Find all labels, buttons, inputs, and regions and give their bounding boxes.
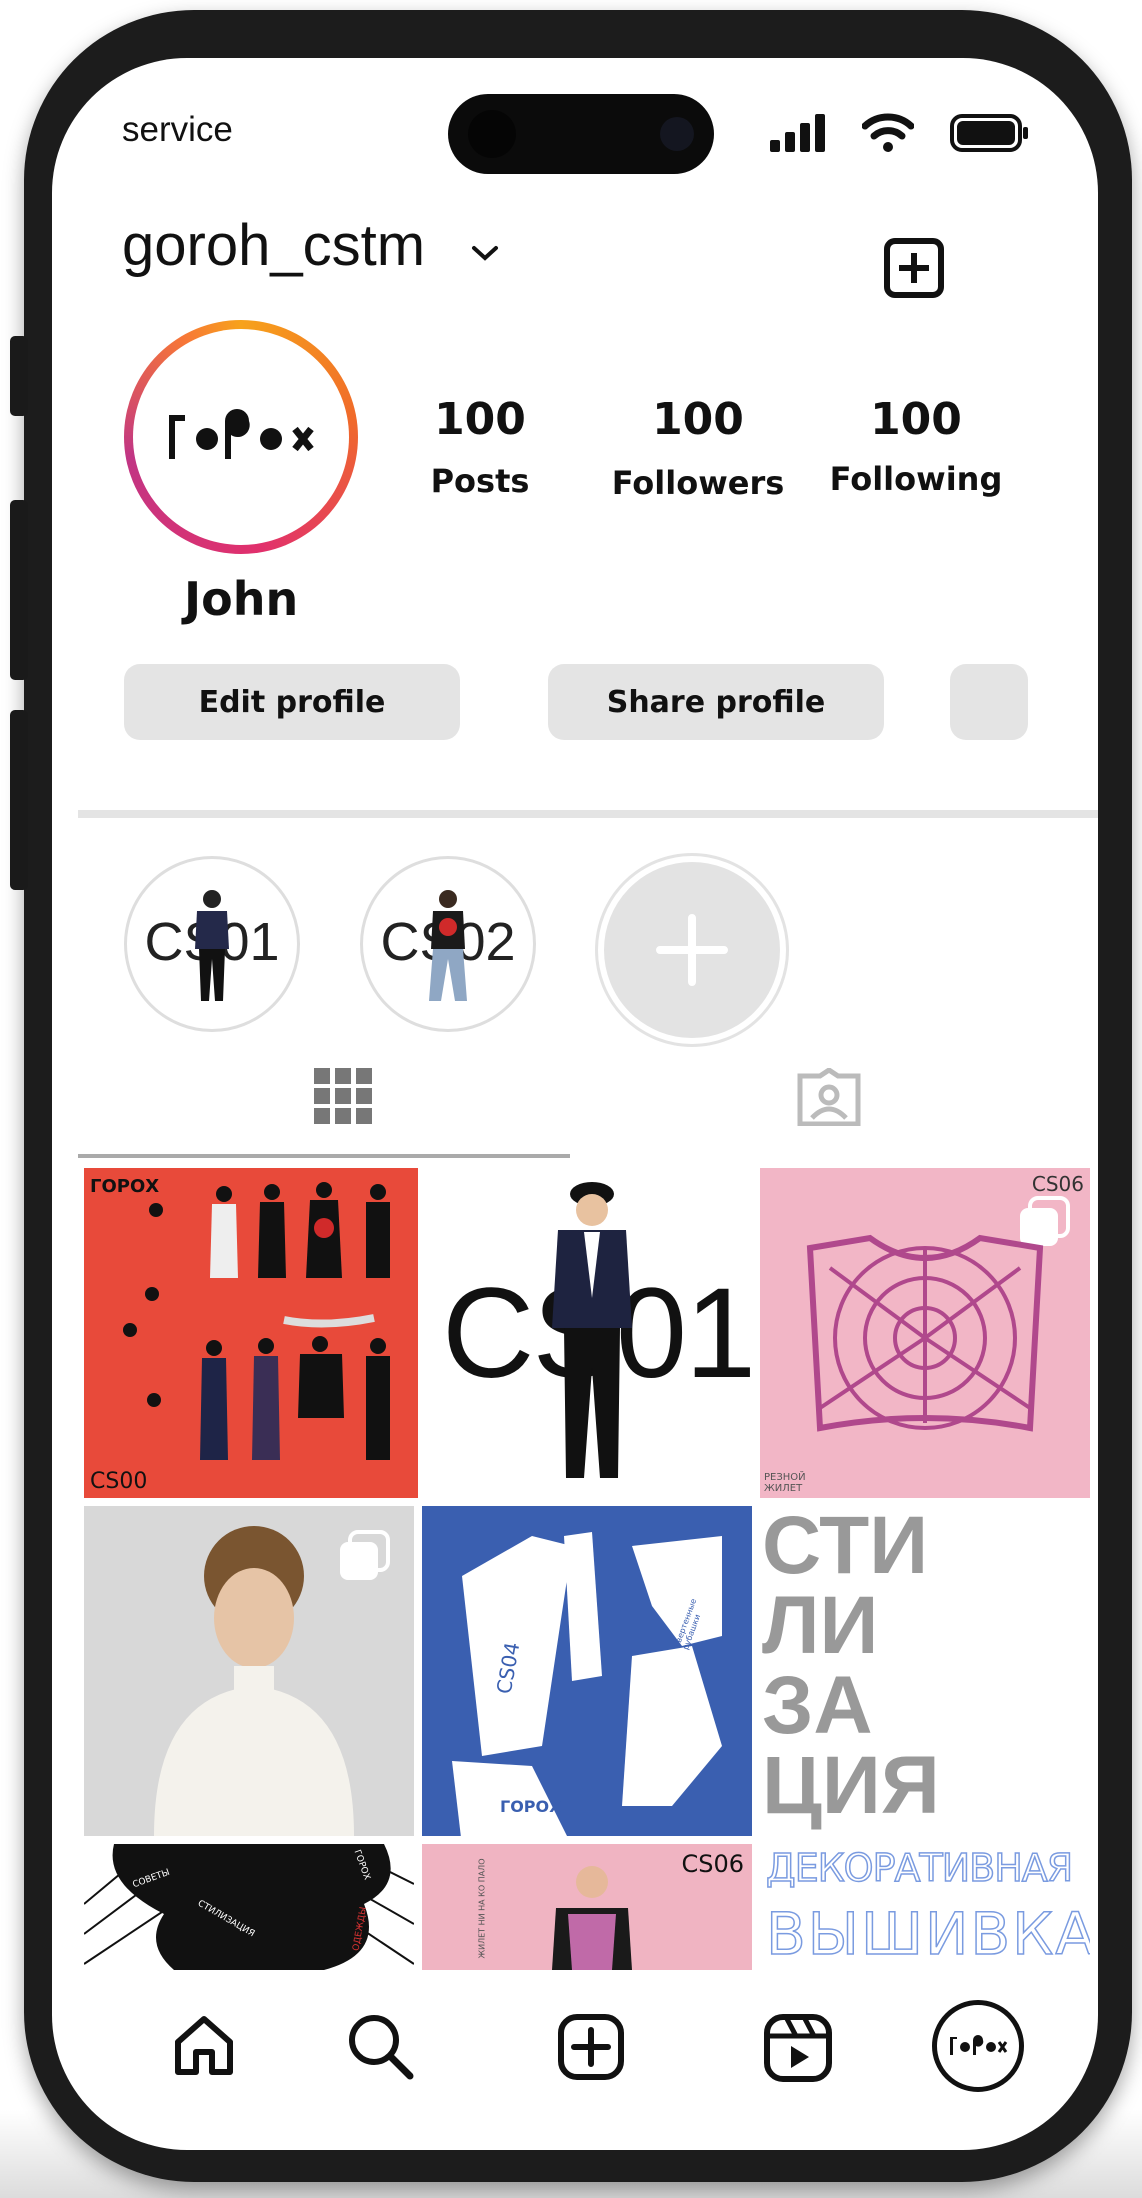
vest-photo xyxy=(806,1234,1044,1432)
plus-icon xyxy=(656,914,728,986)
model-photo xyxy=(552,1866,632,1970)
profile-avatar[interactable] xyxy=(124,320,358,554)
new-post-icon[interactable] xyxy=(884,238,944,298)
followers-count[interactable]: 100 xyxy=(598,394,798,445)
sewing-pattern-image xyxy=(452,1532,722,1836)
posts-count[interactable]: 100 xyxy=(380,394,580,445)
post-tile[interactable] xyxy=(84,1506,414,1836)
carrier-label: service xyxy=(122,110,233,149)
username-switcher[interactable]: goroh_cstm xyxy=(122,212,425,279)
collection-tag: CS00 xyxy=(90,1469,148,1494)
volume-up-button xyxy=(10,500,28,680)
portrait-photo xyxy=(154,1526,354,1836)
model-photo xyxy=(552,1182,632,1478)
battery-icon xyxy=(950,114,1028,152)
stylization-title: СТИ ЛИ ЗА ЦИЯ xyxy=(762,1506,940,1831)
post-tile[interactable]: CS04 свертенные рубашки ГОРОХ xyxy=(422,1506,752,1836)
chevron-down-icon[interactable] xyxy=(470,244,500,264)
collection-tag: CS06 xyxy=(681,1850,744,1878)
embroidery-title: ДЕКОРАТИВНАЯ xyxy=(765,1845,1074,1891)
tile-caption: РЕЗНОЙ ЖИЛЕТ xyxy=(764,1472,806,1494)
title-line: ЛИ xyxy=(762,1580,879,1671)
post-tile[interactable]: CS01 xyxy=(422,1168,756,1498)
followers-label[interactable]: Followers xyxy=(588,464,808,502)
brand-logo xyxy=(169,409,314,459)
display-name: John xyxy=(184,572,299,626)
title-line: ЗА xyxy=(762,1660,873,1751)
post-tile[interactable]: ДЕКОРАТИВНАЯ ВЫШИВКА xyxy=(760,1844,1090,1970)
create-icon[interactable] xyxy=(558,2014,624,2080)
volume-down-button xyxy=(10,710,28,890)
reels-icon[interactable] xyxy=(764,2014,832,2082)
collection-tag: CS06 xyxy=(1031,1172,1084,1196)
tagged-icon[interactable] xyxy=(796,1068,862,1126)
side-caption: ЖИЛЕТ НИ НА КО ПАЛО xyxy=(477,1858,487,1959)
post-tile[interactable]: СТИ ЛИ ЗА ЦИЯ xyxy=(760,1506,1090,1836)
highlight-figure-image xyxy=(195,890,229,1001)
posts-label[interactable]: Posts xyxy=(370,462,590,500)
highlight-cs02[interactable]: CS02 xyxy=(360,856,536,1032)
new-highlight-button[interactable] xyxy=(598,856,786,1044)
edit-profile-button[interactable]: Edit profile xyxy=(124,664,460,740)
divider xyxy=(78,810,1098,818)
share-profile-button[interactable]: Share profile xyxy=(548,664,884,740)
wifi-icon xyxy=(862,113,914,152)
title-line: ЦИЯ xyxy=(762,1740,940,1831)
mute-switch xyxy=(10,336,28,416)
following-label[interactable]: Following xyxy=(806,460,1026,498)
signal-icon xyxy=(770,114,825,152)
dynamic-island xyxy=(448,94,714,174)
highlight-cs01[interactable]: CS01 xyxy=(124,856,300,1032)
search-icon[interactable] xyxy=(346,2012,416,2082)
home-icon[interactable] xyxy=(172,2014,236,2078)
profile-tab-avatar[interactable] xyxy=(932,2000,1024,2092)
grid-icon[interactable] xyxy=(314,1068,372,1124)
post-tile[interactable]: СОВЕТЫ ГОРОХ СТИЛИЗАЦИЯ ОДЕЖДЫ xyxy=(84,1844,414,1970)
collection-photo xyxy=(123,1182,390,1460)
embroidery-title: ВЫШИВКА xyxy=(765,1899,1090,1969)
brand-mark: ГОРОХ xyxy=(500,1797,562,1816)
discover-people-button[interactable] xyxy=(950,664,1028,740)
active-tab-indicator xyxy=(78,1154,570,1158)
post-tile[interactable]: CS06 РЕЗНОЙ ЖИЛЕТ xyxy=(760,1168,1090,1498)
brand-logo xyxy=(950,2035,1008,2055)
title-line: СТИ xyxy=(762,1506,929,1591)
post-tile[interactable]: CS06 ЖИЛЕТ НИ НА КО ПАЛО xyxy=(422,1844,752,1970)
following-count[interactable]: 100 xyxy=(816,394,1016,445)
post-tile[interactable]: ГОРОХ CS00 xyxy=(84,1168,418,1498)
highlight-figure-image xyxy=(429,890,467,1001)
